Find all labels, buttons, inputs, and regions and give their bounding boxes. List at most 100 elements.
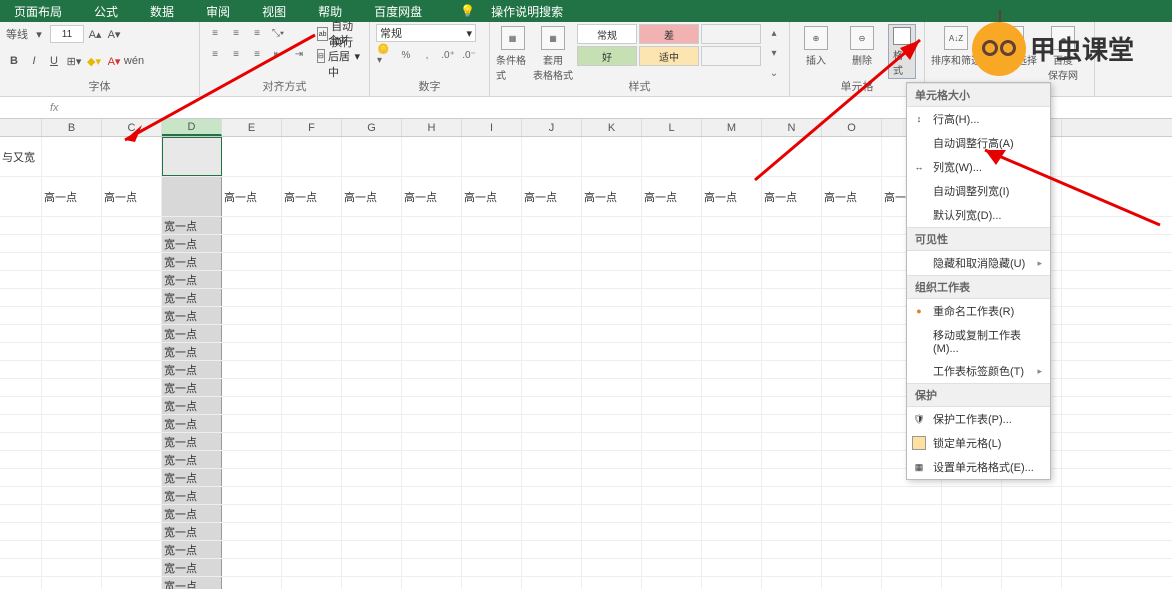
cell[interactable] xyxy=(42,451,102,468)
cell[interactable] xyxy=(1002,487,1062,504)
cell[interactable] xyxy=(0,433,42,450)
cell[interactable] xyxy=(762,559,822,576)
col-header-D[interactable]: D xyxy=(162,119,222,136)
cell[interactable] xyxy=(822,289,882,306)
dd-hide[interactable]: 隐藏和取消隐藏(U)▸ xyxy=(907,251,1050,275)
cell[interactable] xyxy=(702,487,762,504)
cell[interactable]: 高一点 xyxy=(702,177,762,216)
cell[interactable] xyxy=(402,523,462,540)
cell[interactable] xyxy=(942,505,1002,522)
merge-button[interactable]: ⊟ 合并后居中 ▾ xyxy=(314,46,363,66)
cell[interactable] xyxy=(402,137,462,176)
cell[interactable] xyxy=(822,253,882,270)
insert-button[interactable]: ⊕ 插入 xyxy=(796,24,836,79)
cell[interactable]: 高一点 xyxy=(822,177,882,216)
cell[interactable] xyxy=(942,487,1002,504)
cell[interactable] xyxy=(222,487,282,504)
indent-dec-icon[interactable]: ⇤ xyxy=(269,45,287,63)
cell[interactable] xyxy=(0,217,42,234)
cell[interactable] xyxy=(42,361,102,378)
cell[interactable] xyxy=(282,137,342,176)
cell[interactable] xyxy=(762,361,822,378)
cell[interactable] xyxy=(822,487,882,504)
cell[interactable] xyxy=(702,541,762,558)
cell[interactable]: 宽一点 xyxy=(162,577,222,589)
cell[interactable] xyxy=(642,271,702,288)
cell[interactable] xyxy=(702,433,762,450)
chevron-down-icon[interactable]: ▾ xyxy=(31,26,47,42)
cell[interactable] xyxy=(522,361,582,378)
cell[interactable] xyxy=(42,253,102,270)
cell[interactable] xyxy=(702,469,762,486)
dd-col-width[interactable]: ↔列宽(W)... xyxy=(907,155,1050,179)
cell[interactable] xyxy=(282,217,342,234)
cell[interactable] xyxy=(282,487,342,504)
cell[interactable] xyxy=(42,137,102,176)
cell[interactable] xyxy=(642,415,702,432)
gallery-down-icon[interactable]: ▾ xyxy=(765,44,783,62)
cell[interactable] xyxy=(342,505,402,522)
cell[interactable] xyxy=(102,307,162,324)
cell[interactable] xyxy=(582,415,642,432)
format-dropdown[interactable]: 单元格大小 ↕行高(H)... 自动调整行高(A) ↔列宽(W)... 自动调整… xyxy=(906,82,1051,480)
dd-auto-row[interactable]: 自动调整行高(A) xyxy=(907,131,1050,155)
format-table-button[interactable]: ▦ 套用 表格格式 xyxy=(533,24,573,82)
cell[interactable] xyxy=(342,577,402,589)
col-header-G[interactable]: G xyxy=(342,119,402,136)
cell[interactable] xyxy=(762,523,822,540)
dd-fmtcell[interactable]: ▦设置单元格格式(E)... xyxy=(907,455,1050,479)
cell[interactable] xyxy=(42,379,102,396)
cell[interactable] xyxy=(582,307,642,324)
cell[interactable] xyxy=(762,325,822,342)
cell[interactable] xyxy=(702,379,762,396)
cell[interactable] xyxy=(102,577,162,589)
cell[interactable] xyxy=(0,235,42,252)
cell[interactable] xyxy=(0,487,42,504)
col-header-C[interactable]: C xyxy=(102,119,162,136)
currency-icon[interactable]: 🪙▾ xyxy=(376,46,394,64)
cell[interactable]: 高一点 xyxy=(522,177,582,216)
cell[interactable] xyxy=(102,559,162,576)
underline-button[interactable]: U xyxy=(46,53,62,69)
cell[interactable] xyxy=(702,253,762,270)
cell[interactable]: 高一点 xyxy=(582,177,642,216)
cell[interactable]: 宽一点 xyxy=(162,361,222,378)
cell[interactable] xyxy=(462,307,522,324)
cell[interactable] xyxy=(462,325,522,342)
cell[interactable] xyxy=(342,217,402,234)
col-header-M[interactable]: M xyxy=(702,119,762,136)
cell-style-gallery[interactable]: 常规 差 好 适中 xyxy=(577,24,761,66)
dd-row-height[interactable]: ↕行高(H)... xyxy=(907,107,1050,131)
cell[interactable] xyxy=(582,325,642,342)
cell[interactable]: 宽一点 xyxy=(162,325,222,342)
cell[interactable] xyxy=(102,325,162,342)
cell[interactable]: 宽一点 xyxy=(162,397,222,414)
align-center-icon[interactable]: ≡ xyxy=(227,45,245,63)
cell[interactable] xyxy=(642,523,702,540)
cell[interactable] xyxy=(762,271,822,288)
cell[interactable] xyxy=(702,505,762,522)
cell[interactable] xyxy=(402,271,462,288)
cell[interactable] xyxy=(282,397,342,414)
cell[interactable] xyxy=(1002,523,1062,540)
cell[interactable] xyxy=(342,343,402,360)
cell[interactable] xyxy=(762,235,822,252)
cell[interactable] xyxy=(0,415,42,432)
cell[interactable] xyxy=(222,217,282,234)
find-select-button[interactable]: 🔍 查找和选择 xyxy=(987,24,1037,82)
cell[interactable]: 宽一点 xyxy=(162,253,222,270)
cell[interactable] xyxy=(222,415,282,432)
cell[interactable] xyxy=(642,361,702,378)
cell[interactable] xyxy=(642,577,702,589)
cell[interactable] xyxy=(282,361,342,378)
gallery-up-icon[interactable]: ▴ xyxy=(765,24,783,42)
style-blank2[interactable] xyxy=(701,46,761,66)
percent-icon[interactable]: % xyxy=(397,46,415,64)
cell[interactable] xyxy=(822,217,882,234)
cell[interactable] xyxy=(762,379,822,396)
menu-data[interactable]: 数据 xyxy=(144,3,180,20)
cell[interactable] xyxy=(882,505,942,522)
cell[interactable] xyxy=(462,415,522,432)
style-good[interactable]: 好 xyxy=(577,46,637,66)
cell[interactable] xyxy=(702,217,762,234)
